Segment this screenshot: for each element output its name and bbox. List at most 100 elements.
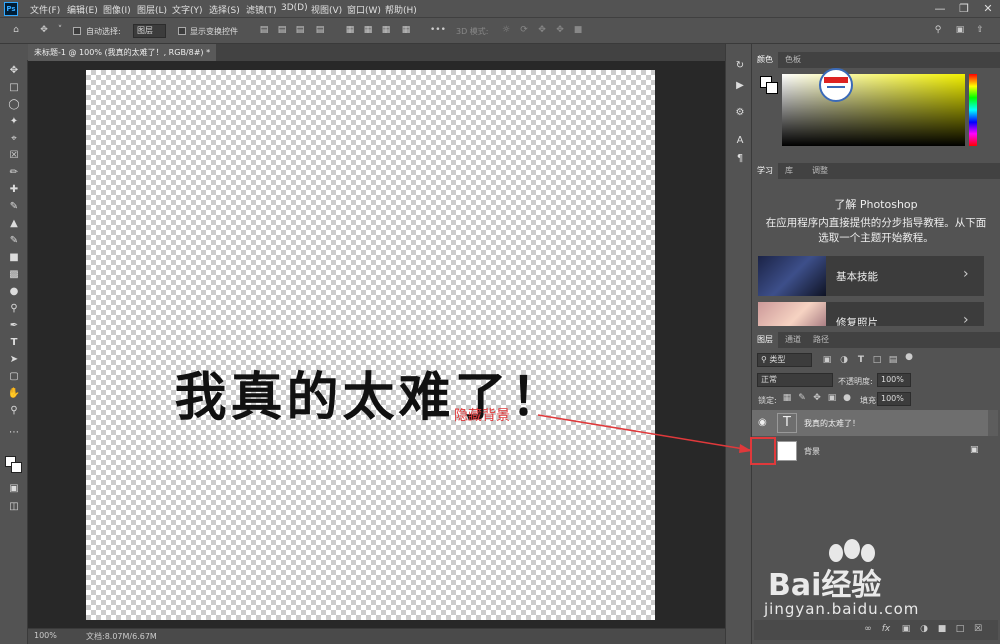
background-color-swatch[interactable] bbox=[11, 462, 22, 473]
menu-3d[interactable]: 3D(D) bbox=[281, 3, 308, 13]
brush-tool-icon[interactable]: ✎ bbox=[6, 200, 22, 214]
tab-libraries[interactable]: 库 bbox=[780, 163, 798, 179]
align-top-icon[interactable]: ▤ bbox=[314, 25, 326, 36]
adjustment-layer-icon[interactable]: ◑ bbox=[918, 624, 930, 635]
magic-wand-tool-icon[interactable]: ✦ bbox=[6, 115, 22, 129]
lasso-tool-icon[interactable]: ◯ bbox=[6, 98, 22, 112]
menu-filter[interactable]: 滤镜(T) bbox=[246, 3, 277, 16]
path-selection-tool-icon[interactable]: ➤ bbox=[6, 353, 22, 367]
workspace-icon[interactable]: ▣ bbox=[954, 25, 966, 36]
link-layers-icon[interactable]: ∞ bbox=[862, 624, 874, 635]
document-tab[interactable]: 未标题-1 @ 100% (我真的太难了！, RGB/8#) * bbox=[28, 44, 217, 61]
frame-tool-icon[interactable]: ☒ bbox=[6, 149, 22, 163]
chevron-down-icon[interactable]: ˅ bbox=[54, 25, 66, 36]
tab-layers[interactable]: 图层 bbox=[752, 332, 778, 348]
quick-mask-icon[interactable]: ▣ bbox=[6, 482, 22, 496]
hue-slider[interactable] bbox=[969, 74, 977, 146]
filter-toggle-icon[interactable]: ● bbox=[903, 352, 915, 363]
fill-input[interactable]: 100% bbox=[877, 392, 911, 406]
lock-all-icon[interactable]: ● bbox=[841, 393, 853, 404]
3d-slide-icon[interactable]: ✥ bbox=[554, 25, 566, 36]
lock-transparent-icon[interactable]: ▦ bbox=[781, 393, 793, 404]
new-group-icon[interactable]: ■ bbox=[936, 624, 948, 635]
menu-select[interactable]: 选择(S) bbox=[209, 3, 240, 16]
distribute-icon[interactable]: ▦ bbox=[400, 25, 412, 36]
layer-filter-dropdown[interactable]: ⚲ 类型 bbox=[757, 353, 812, 367]
add-mask-icon[interactable]: ▣ bbox=[900, 624, 912, 635]
filter-smart-object-icon[interactable]: ▤ bbox=[887, 355, 899, 366]
filter-adjustment-icon[interactable]: ◑ bbox=[838, 355, 850, 366]
move-tool-icon[interactable]: ✥ bbox=[6, 64, 22, 78]
background-color-swatch[interactable] bbox=[766, 82, 778, 94]
3d-orbit-icon[interactable]: ☼ bbox=[500, 25, 512, 36]
3d-scale-icon[interactable]: ■ bbox=[572, 25, 584, 36]
align-right-icon[interactable]: ▤ bbox=[294, 25, 306, 36]
learn-card-basic-skills[interactable]: 基本技能 › bbox=[758, 256, 984, 296]
tab-swatches[interactable]: 色板 bbox=[780, 52, 806, 68]
visibility-toggle-hidden[interactable] bbox=[758, 444, 770, 456]
eraser-tool-icon[interactable]: ■ bbox=[6, 251, 22, 265]
history-brush-tool-icon[interactable]: ✎ bbox=[6, 234, 22, 248]
screen-mode-icon[interactable]: ◫ bbox=[6, 500, 22, 514]
distribute-icon[interactable]: ▦ bbox=[362, 25, 374, 36]
menu-type[interactable]: 文字(Y) bbox=[172, 3, 203, 16]
fx-icon[interactable]: fx bbox=[880, 624, 892, 635]
auto-select-checkbox[interactable] bbox=[73, 27, 81, 35]
more-options-icon[interactable]: ••• bbox=[430, 25, 446, 36]
crop-tool-icon[interactable]: ⌖ bbox=[6, 132, 22, 146]
distribute-icon[interactable]: ▦ bbox=[344, 25, 356, 36]
document-canvas[interactable]: 我真的太难了！ bbox=[86, 70, 655, 620]
pen-tool-icon[interactable]: ✒ bbox=[6, 319, 22, 333]
3d-pan-icon[interactable]: ✥ bbox=[536, 25, 548, 36]
type-tool-icon[interactable]: T bbox=[6, 336, 22, 350]
layer-row-text[interactable]: ◉ T 我真的太难了！ bbox=[752, 410, 988, 436]
filter-shape-icon[interactable]: □ bbox=[871, 355, 883, 366]
align-center-icon[interactable]: ▤ bbox=[276, 25, 288, 36]
show-transform-checkbox[interactable] bbox=[178, 27, 186, 35]
layers-scrollbar[interactable] bbox=[988, 410, 998, 436]
menu-image[interactable]: 图像(I) bbox=[103, 3, 131, 16]
new-layer-icon[interactable]: □ bbox=[954, 624, 966, 635]
menu-file[interactable]: 文件(F) bbox=[30, 3, 60, 16]
character-icon[interactable]: A bbox=[733, 134, 747, 148]
paragraph-icon[interactable]: ¶ bbox=[733, 152, 747, 166]
clone-stamp-tool-icon[interactable]: ▲ bbox=[6, 217, 22, 231]
filter-pixel-icon[interactable]: ▣ bbox=[821, 355, 833, 366]
menu-help[interactable]: 帮助(H) bbox=[385, 3, 417, 16]
zoom-tool-icon[interactable]: ⚲ bbox=[6, 404, 22, 418]
tab-learn[interactable]: 学习 bbox=[752, 163, 778, 179]
color-picker-field[interactable] bbox=[782, 74, 965, 146]
tab-color[interactable]: 颜色 bbox=[752, 52, 778, 68]
move-tool-icon[interactable]: ✥ bbox=[38, 25, 50, 36]
search-icon[interactable]: ⚲ bbox=[932, 25, 944, 36]
gradient-tool-icon[interactable]: ▩ bbox=[6, 268, 22, 282]
lock-artboard-icon[interactable]: ▣ bbox=[826, 393, 838, 404]
eye-icon[interactable]: ◉ bbox=[758, 417, 767, 428]
lock-pixels-icon[interactable]: ✎ bbox=[796, 393, 808, 404]
hand-tool-icon[interactable]: ✋ bbox=[6, 387, 22, 401]
auto-select-dropdown[interactable]: 图层 bbox=[133, 24, 166, 38]
history-icon[interactable]: ↻ bbox=[733, 59, 747, 73]
trash-icon[interactable]: ☒ bbox=[972, 624, 984, 635]
tab-adjustments[interactable]: 调整 bbox=[807, 163, 833, 179]
menu-window[interactable]: 窗口(W) bbox=[347, 3, 381, 16]
align-left-icon[interactable]: ▤ bbox=[258, 25, 270, 36]
actions-play-icon[interactable]: ▶ bbox=[733, 79, 747, 93]
distribute-icon[interactable]: ▦ bbox=[380, 25, 392, 36]
menu-edit[interactable]: 编辑(E) bbox=[67, 3, 98, 16]
dodge-tool-icon[interactable]: ⚲ bbox=[6, 302, 22, 316]
menu-layer[interactable]: 图层(L) bbox=[137, 3, 167, 16]
layer-row-background[interactable]: 背景 ▣ bbox=[752, 438, 988, 464]
tab-channels[interactable]: 通道 bbox=[780, 332, 806, 348]
zoom-level[interactable]: 100% bbox=[34, 631, 57, 640]
blend-mode-dropdown[interactable]: 正常 bbox=[757, 373, 833, 387]
blur-tool-icon[interactable]: ● bbox=[6, 285, 22, 299]
filter-type-icon[interactable]: T bbox=[855, 355, 867, 366]
healing-brush-tool-icon[interactable]: ✚ bbox=[6, 183, 22, 197]
rectangle-tool-icon[interactable]: ▢ bbox=[6, 370, 22, 384]
minimize-icon[interactable]: — bbox=[930, 1, 950, 17]
eyedropper-tool-icon[interactable]: ✏ bbox=[6, 166, 22, 180]
3d-roll-icon[interactable]: ⟳ bbox=[518, 25, 530, 36]
restore-icon[interactable]: ❐ bbox=[954, 1, 974, 17]
more-tools-icon[interactable]: ⋯ bbox=[6, 426, 22, 440]
